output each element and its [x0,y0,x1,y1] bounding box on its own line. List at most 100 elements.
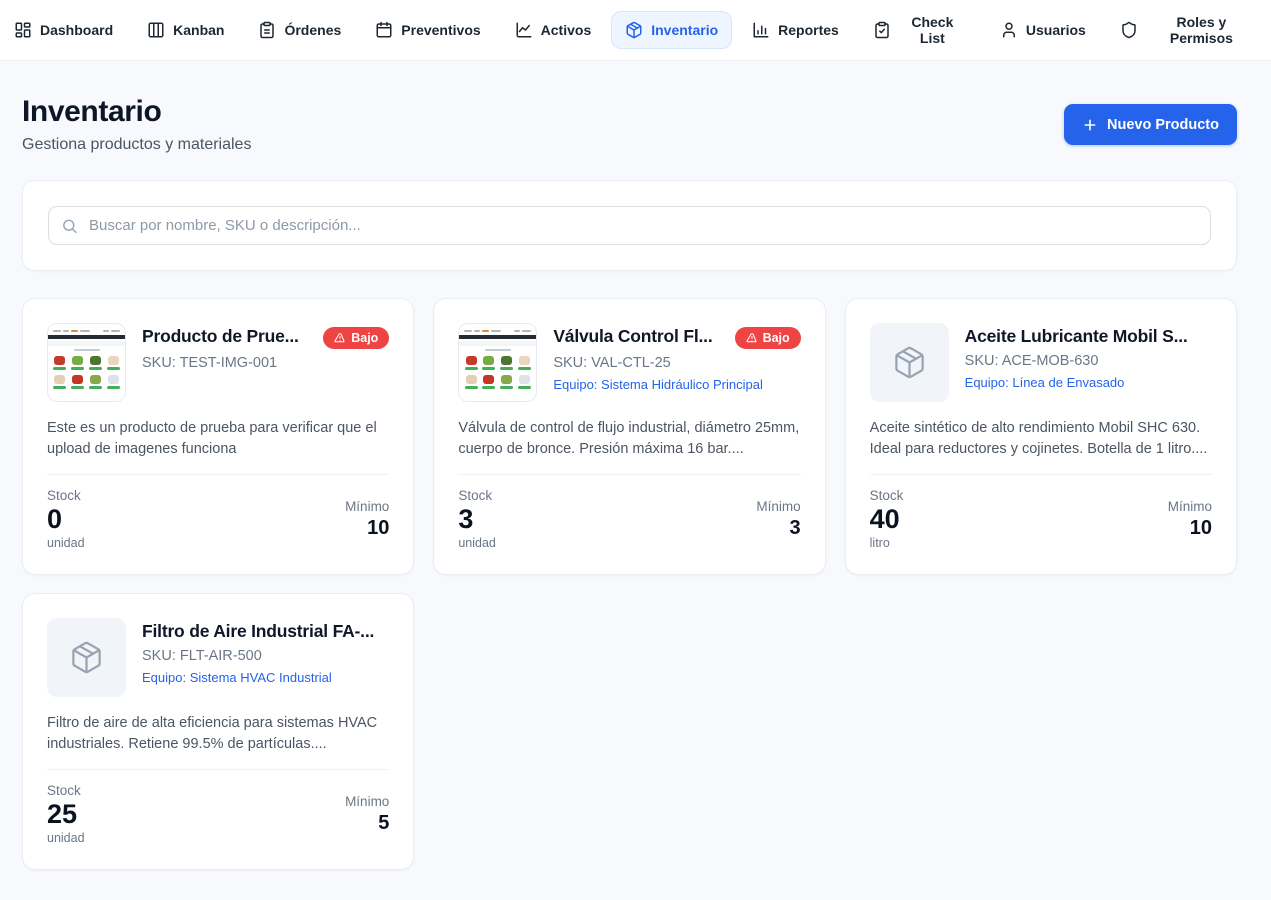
product-card-header: Válvula Control Fl... Bajo SKU: VAL-CTL-… [458,323,800,402]
nav-item-label: Activos [541,22,592,38]
search-input[interactable] [48,206,1211,245]
calendar-icon [375,21,393,39]
stock-value: 3 [458,504,496,535]
product-card[interactable]: Filtro de Aire Industrial FA-... SKU: FL… [22,593,414,870]
product-sku: SKU: VAL-CTL-25 [553,355,800,371]
low-stock-badge: Bajo [735,327,801,349]
equipment-link[interactable]: Equipo: Sistema Hidráulico Principal [553,377,800,392]
nav-item-preventivos[interactable]: Preventivos [361,11,494,49]
product-card[interactable]: Válvula Control Fl... Bajo SKU: VAL-CTL-… [433,298,825,575]
nav-item-kanban[interactable]: Kanban [133,11,238,49]
warning-icon [746,332,758,344]
divider [458,474,800,475]
product-image-placeholder [870,323,949,402]
nav-item-activos[interactable]: Activos [501,11,606,49]
nav-item-label: Reportes [778,22,839,38]
shield-icon [1120,21,1138,39]
package-icon [69,640,104,675]
minimum-value: 10 [1168,517,1212,540]
product-card-header: Filtro de Aire Industrial FA-... SKU: FL… [47,618,389,697]
stock-block: Stock 0 unidad [47,488,85,550]
product-card[interactable]: Producto de Prue... Bajo SKU: TEST-IMG-0… [22,298,414,575]
stock-unit: litro [870,536,904,550]
minimum-label: Mínimo [345,499,389,514]
product-title: Válvula Control Fl... [553,326,712,347]
divider [870,474,1212,475]
page-title: Inventario [22,95,251,129]
product-description: Aceite sintético de alto rendimiento Mob… [870,418,1212,460]
clipboard-icon [258,21,276,39]
equipment-link[interactable]: Equipo: Sistema HVAC Industrial [142,670,389,685]
stock-label: Stock [47,488,85,503]
nav-item-label: Kanban [173,22,224,38]
new-product-button[interactable]: Nuevo Producto [1064,104,1237,145]
nav-item-dashboard[interactable]: Dashboard [0,11,127,49]
product-title: Producto de Prue... [142,326,299,347]
product-card-header: Aceite Lubricante Mobil S... SKU: ACE-MO… [870,323,1212,402]
minimum-block: Mínimo 3 [756,499,800,540]
warning-icon [334,332,346,344]
nav-item-check-list[interactable]: Check List [859,4,980,56]
stock-value: 40 [870,504,904,535]
nav-item-reportes[interactable]: Reportes [738,11,853,49]
minimum-block: Mínimo 5 [345,794,389,835]
nav-item-label: Usuarios [1026,22,1086,38]
search-icon [61,217,78,234]
stock-unit: unidad [47,536,85,550]
stock-block: Stock 40 litro [870,488,904,550]
minimum-value: 3 [756,517,800,540]
nav-item-label: Órdenes [284,22,341,38]
package-icon [892,345,927,380]
bar-chart-icon [752,21,770,39]
stock-value: 25 [47,799,85,830]
product-title: Aceite Lubricante Mobil S... [965,326,1188,347]
product-description: Filtro de aire de alta eficiencia para s… [47,713,389,755]
plus-icon [1082,117,1098,133]
stock-label: Stock [47,783,85,798]
nav-item-usuarios[interactable]: Usuarios [986,11,1100,49]
product-sku: SKU: FLT-AIR-500 [142,648,389,664]
product-title: Filtro de Aire Industrial FA-... [142,621,374,642]
product-description: Válvula de control de flujo industrial, … [458,418,800,460]
nav-item-roles-y-permisos[interactable]: Roles y Permisos [1106,4,1271,56]
nav-item-label: Check List [899,14,966,46]
user-icon [1000,21,1018,39]
nav-item-inventario[interactable]: Inventario [611,11,732,49]
stock-block: Stock 25 unidad [47,783,85,845]
product-sku: SKU: ACE-MOB-630 [965,353,1212,369]
minimum-label: Mínimo [345,794,389,809]
minimum-label: Mínimo [756,499,800,514]
product-description: Este es un producto de prueba para verif… [47,418,389,460]
product-card[interactable]: Aceite Lubricante Mobil S... SKU: ACE-MO… [845,298,1237,575]
stock-value: 0 [47,504,85,535]
minimum-block: Mínimo 10 [1168,499,1212,540]
product-sku: SKU: TEST-IMG-001 [142,355,389,371]
minimum-block: Mínimo 10 [345,499,389,540]
product-card-header: Producto de Prue... Bajo SKU: TEST-IMG-0… [47,323,389,402]
stock-unit: unidad [458,536,496,550]
dashboard-icon [14,21,32,39]
page-header: Inventario Gestiona productos y material… [22,95,1237,154]
chart-line-icon [515,21,533,39]
product-image-placeholder [47,618,126,697]
stock-block: Stock 3 unidad [458,488,496,550]
product-grid: Producto de Prue... Bajo SKU: TEST-IMG-0… [22,298,1237,900]
nav-item-label: Inventario [651,22,718,38]
package-icon [625,21,643,39]
product-image [47,323,126,402]
divider [47,769,389,770]
nav-item-label: Dashboard [40,22,113,38]
stock-label: Stock [870,488,904,503]
equipment-link[interactable]: Equipo: Línea de Envasado [965,375,1212,390]
minimum-label: Mínimo [1168,499,1212,514]
kanban-icon [147,21,165,39]
clipboard-check-icon [873,21,891,39]
nav-item-ordenes[interactable]: Órdenes [244,11,355,49]
top-navigation: Dashboard Kanban Órdenes Preventivos Act… [0,0,1271,61]
product-image [458,323,537,402]
minimum-value: 5 [345,812,389,835]
stock-unit: unidad [47,831,85,845]
stock-label: Stock [458,488,496,503]
divider [47,474,389,475]
minimum-value: 10 [345,517,389,540]
